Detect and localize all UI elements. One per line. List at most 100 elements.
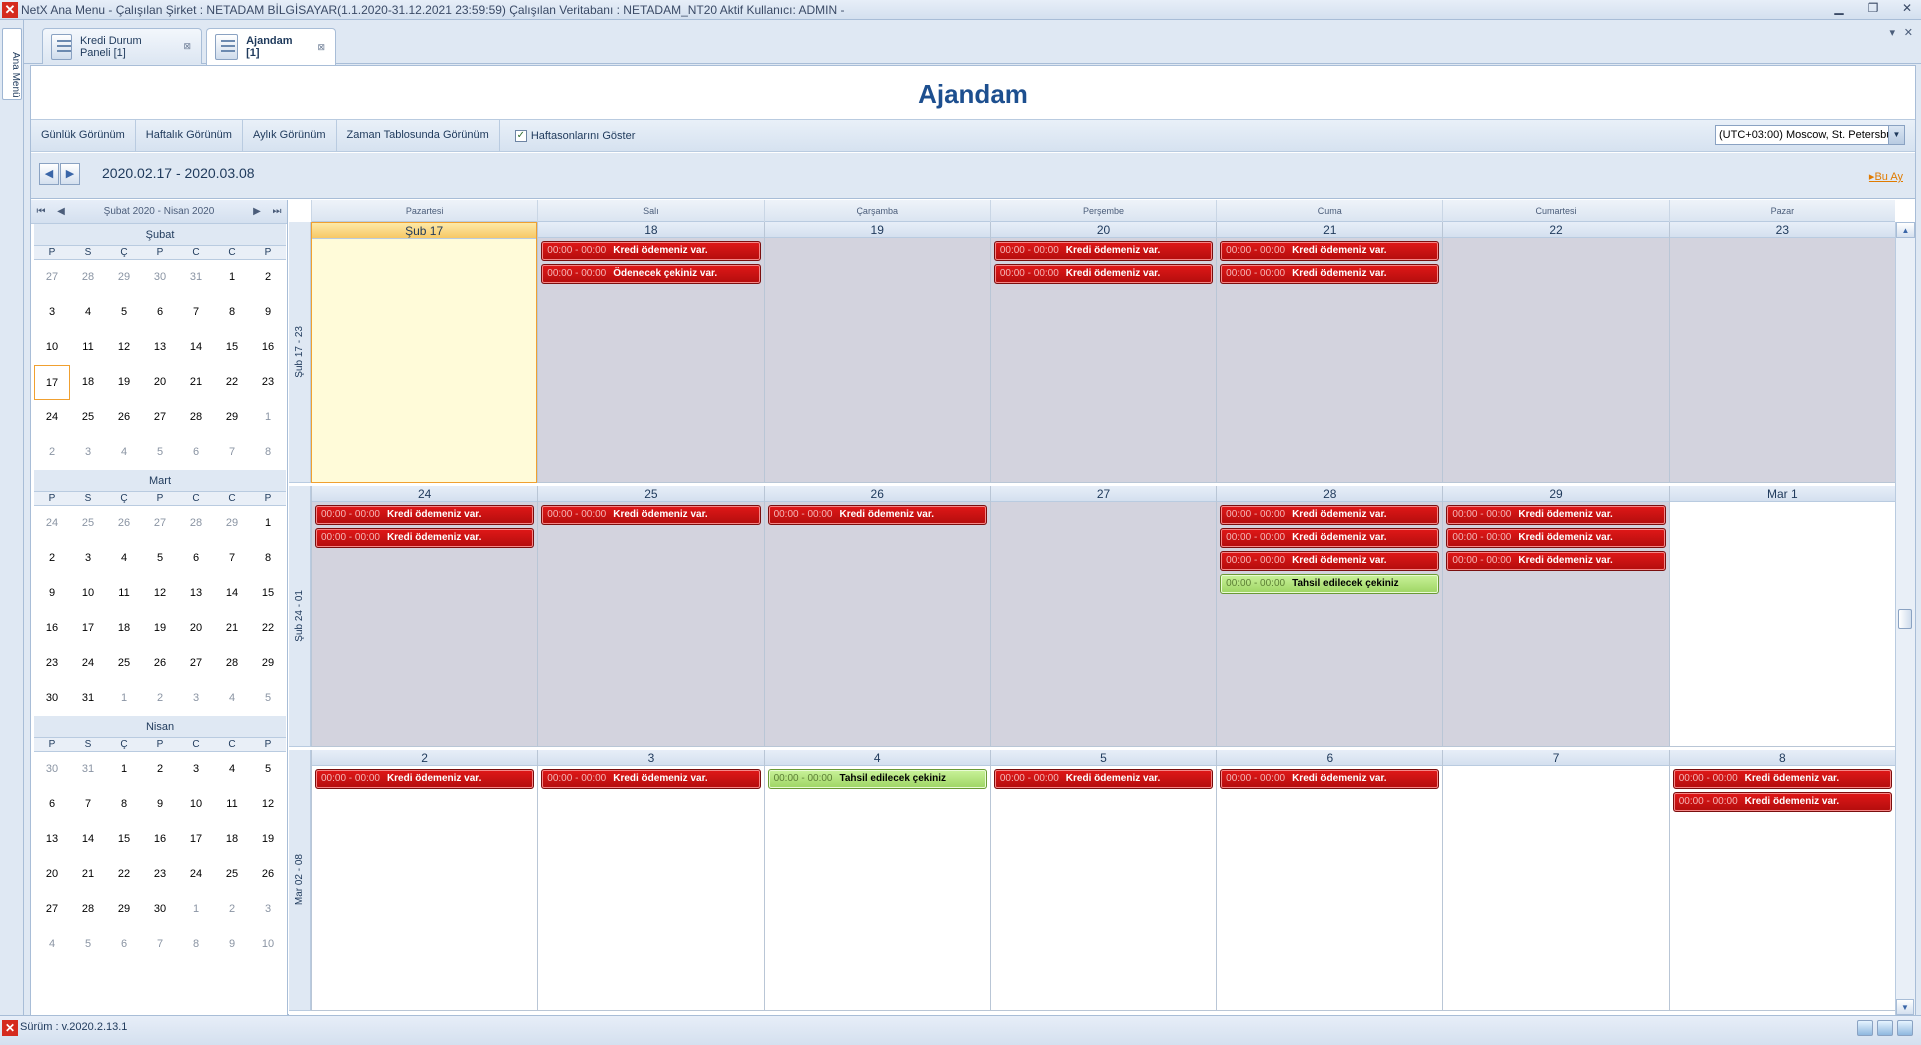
mini-day[interactable]: 12 [250,787,286,822]
mini-day[interactable]: 7 [70,787,106,822]
mini-day[interactable]: 11 [214,787,250,822]
day-cell[interactable]: 7 [1442,750,1669,1011]
daily-view-button[interactable]: Günlük Görünüm [31,120,136,151]
mini-day[interactable]: 16 [34,611,70,646]
mini-day[interactable]: 25 [70,400,106,435]
timezone-select[interactable]: (UTC+03:00) Moscow, St. Petersbu ▼ [1715,125,1905,145]
appointment[interactable]: 00:00 - 00:00 Kredi ödemeniz var. [1220,241,1440,261]
mini-day[interactable]: 2 [34,435,70,470]
mini-day[interactable]: 27 [142,400,178,435]
day-cell[interactable]: 28 00:00 - 00:00 Kredi ödemeniz var. 00:00 … [1216,486,1443,747]
mini-day[interactable]: 26 [106,400,142,435]
appointment[interactable]: 00:00 - 00:00 Kredi ödemeniz var. [1220,505,1440,525]
appointment[interactable]: 00:00 - 00:00 Kredi ödemeniz var. [315,528,535,548]
mini-day[interactable]: 19 [142,611,178,646]
day-cell[interactable]: Mar 1 [1668,486,1895,747]
mini-day[interactable]: 20 [142,365,178,400]
mini-day[interactable]: 2 [142,752,178,787]
mini-day[interactable]: 5 [142,435,178,470]
mini-day[interactable]: 12 [142,576,178,611]
mini-day[interactable]: 15 [214,330,250,365]
mini-day[interactable]: 22 [106,857,142,892]
mini-day[interactable]: 7 [214,541,250,576]
day-cell[interactable]: 24 00:00 - 00:00 Kredi ödemeniz var. 00:00 … [311,486,538,747]
mini-day[interactable]: 22 [214,365,250,400]
appointment[interactable]: 00:00 - 00:00 Kredi ödemeniz var. [1672,769,1892,789]
prev-month-icon[interactable]: ◀ [51,206,71,217]
day-cell[interactable]: 29 00:00 - 00:00 Kredi ödemeniz var. 00:00 … [1442,486,1669,747]
tray-app-icon[interactable] [1857,1020,1873,1036]
mini-day[interactable]: 26 [106,506,142,541]
appointment[interactable]: 00:00 - 00:00 Kredi ödemeniz var. [993,241,1214,261]
mini-day[interactable]: 28 [214,646,250,681]
mini-day[interactable]: 27 [178,646,214,681]
ana-menu-button[interactable]: Ana Menü [2,28,22,100]
appointment[interactable]: 00:00 - 00:00 Kredi ödemeniz var. [767,505,987,525]
appointment[interactable]: 00:00 - 00:00 Tahsil edilecek çekiniz [767,769,987,789]
mini-day[interactable]: 3 [250,892,286,927]
appointment[interactable]: 00:00 - 00:00 Kredi ödemeniz var. [1220,769,1440,789]
mini-day[interactable]: 3 [70,435,106,470]
day-cell[interactable]: 6 00:00 - 00:00 Kredi ödemeniz var. [1216,750,1443,1011]
mini-day[interactable]: 28 [70,892,106,927]
timeline-view-button[interactable]: Zaman Tablosunda Görünüm [337,120,500,151]
weekly-view-button[interactable]: Haftalık Görünüm [136,120,243,151]
restore-button[interactable]: ❐ [1865,1,1881,15]
mini-day[interactable]: 8 [250,435,286,470]
mini-day[interactable]: 4 [106,435,142,470]
tab-close-all-icon[interactable]: ✕ [1904,26,1913,39]
appointment[interactable]: 00:00 - 00:00 Kredi ödemeniz var. [1446,528,1666,548]
day-cell[interactable]: 2 00:00 - 00:00 Kredi ödemeniz var. [311,750,538,1011]
day-cell[interactable]: 27 [989,486,1217,747]
mini-day[interactable]: 21 [178,365,214,400]
mini-day[interactable]: 25 [70,506,106,541]
mini-day[interactable]: 29 [106,260,142,295]
mini-day[interactable]: 20 [34,857,70,892]
mini-day[interactable]: 2 [214,892,250,927]
appointment[interactable]: 00:00 - 00:00 Kredi ödemeniz var. [1220,264,1440,284]
mini-day[interactable]: 7 [142,927,178,962]
tab-close-icon[interactable]: ⊠ [183,41,191,52]
mini-day[interactable]: 30 [142,892,178,927]
chevron-down-icon[interactable]: ▼ [1888,126,1904,144]
mini-day[interactable]: 25 [214,857,250,892]
mini-day[interactable]: 31 [70,752,106,787]
mini-day[interactable]: 14 [70,822,106,857]
mini-day[interactable]: 5 [250,681,286,716]
mini-day[interactable]: 13 [178,576,214,611]
appointment[interactable]: 00:00 - 00:00 Kredi ödemeniz var. [315,505,535,525]
appointment[interactable]: 00:00 - 00:00 Kredi ödemeniz var. [1220,551,1440,571]
mini-day[interactable]: 27 [34,260,70,295]
tray-app-icon[interactable] [1897,1020,1913,1036]
mini-day[interactable]: 5 [250,752,286,787]
mini-day[interactable]: 8 [214,295,250,330]
mini-day[interactable]: 15 [106,822,142,857]
last-month-icon[interactable]: ⏭ [267,206,287,217]
show-weekends-toggle[interactable]: ✓ Haftasonlarını Göster [500,129,635,142]
mini-day[interactable]: 1 [250,506,286,541]
mini-day[interactable]: 6 [34,787,70,822]
this-month-link[interactable]: ▸Bu Ay [1869,170,1903,183]
checkbox-checked-icon[interactable]: ✓ [514,129,527,142]
mini-day[interactable]: 6 [106,927,142,962]
mini-day[interactable]: 18 [214,822,250,857]
monthly-view-button[interactable]: Aylık Görünüm [243,120,337,151]
mini-day[interactable]: 1 [106,752,142,787]
mini-day[interactable]: 23 [34,646,70,681]
mini-day[interactable]: 9 [34,576,70,611]
mini-day[interactable]: 1 [178,892,214,927]
mini-day[interactable]: 27 [142,506,178,541]
mini-day[interactable]: 26 [250,857,286,892]
tab-ajandam[interactable]: Ajandam [1] ⊠ [206,28,336,65]
minimize-button[interactable]: ▁ [1831,1,1847,15]
mini-day[interactable]: 3 [178,752,214,787]
appointment[interactable]: 00:00 - 00:00 Kredi ödemeniz var. [541,241,761,261]
tray-app-icon[interactable] [1877,1020,1893,1036]
day-cell[interactable]: 22 [1442,222,1669,483]
mini-day[interactable]: 18 [70,365,106,400]
tab-list-dropdown-icon[interactable]: ▾ [1889,26,1895,39]
day-cell[interactable]: 8 00:00 - 00:00 Kredi ödemeniz var. 00:00 -… [1668,750,1895,1011]
mini-day[interactable]: 3 [178,681,214,716]
mini-day[interactable]: 7 [178,295,214,330]
day-cell[interactable]: 18 00:00 - 00:00 Kredi ödemeniz var. 00:00 … [537,222,764,483]
